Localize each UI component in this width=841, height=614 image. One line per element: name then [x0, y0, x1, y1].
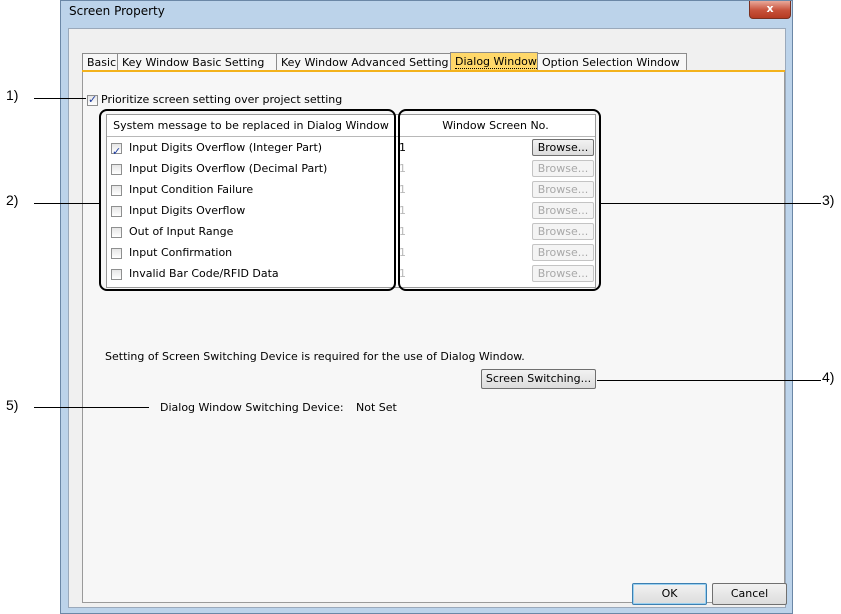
- close-button[interactable]: x: [749, 1, 791, 19]
- cancel-button[interactable]: Cancel: [712, 583, 787, 605]
- tab-option-selection-window[interactable]: Option Selection Window: [537, 53, 687, 70]
- callout-5: 5): [6, 397, 19, 413]
- ok-button[interactable]: OK: [632, 583, 707, 605]
- tab-basic[interactable]: Basic: [82, 53, 118, 70]
- device-label: Dialog Window Switching Device:: [160, 401, 344, 414]
- device-value: Not Set: [356, 401, 397, 414]
- callout-box-messages: [99, 109, 396, 291]
- callout-3-leader: [601, 203, 821, 204]
- callout-2-leader: [34, 203, 100, 204]
- callout-4: 4): [822, 369, 835, 385]
- tab-key-window-basic-setting[interactable]: Key Window Basic Setting: [117, 53, 277, 70]
- prioritize-checkbox[interactable]: [87, 93, 98, 106]
- tab-key-window-advanced-setting[interactable]: Key Window Advanced Setting: [276, 53, 451, 70]
- screen-switching-note: Setting of Screen Switching Device is re…: [105, 350, 525, 363]
- prioritize-label: Prioritize screen setting over project s…: [101, 93, 343, 106]
- callout-1: 1): [6, 87, 19, 103]
- tab-dialog-window[interactable]: Dialog Window: [450, 52, 538, 71]
- window-title: Screen Property: [69, 4, 165, 18]
- prioritize-checkbox-row[interactable]: Prioritize screen setting over project s…: [87, 93, 342, 106]
- callout-2: 2): [6, 192, 19, 208]
- callout-3: 3): [822, 192, 835, 208]
- screen-switching-button[interactable]: Screen Switching...: [481, 369, 596, 389]
- callout-4-leader: [597, 380, 821, 381]
- callout-1-leader: [34, 98, 86, 99]
- callout-box-screen-no: [398, 109, 601, 291]
- callout-5-leader: [34, 407, 149, 408]
